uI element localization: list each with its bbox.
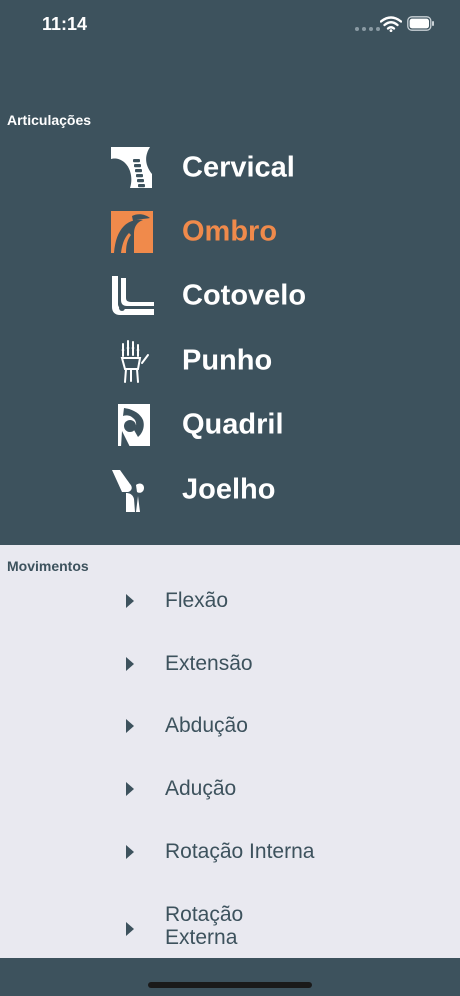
- movement-item-rotacao-interna[interactable]: Rotação Interna: [126, 840, 314, 863]
- disclosure-triangle-icon: [126, 782, 134, 796]
- hip-icon: [118, 404, 150, 447]
- cervical-spine-icon: [111, 147, 152, 188]
- status-time: 11:14: [42, 14, 88, 34]
- joint-item-cervical[interactable]: Cervical: [110, 145, 295, 191]
- disclosure-triangle-icon: [126, 845, 134, 859]
- movement-label: Adução: [165, 777, 237, 800]
- disclosure-triangle-icon: [126, 922, 134, 936]
- movimentos-section-label: Movimentos: [7, 558, 89, 574]
- movement-item-extensao[interactable]: Extensão: [126, 652, 253, 675]
- articulacoes-section-label: Articulações: [7, 112, 92, 128]
- movement-label: Extensão: [165, 652, 253, 675]
- joint-item-joelho[interactable]: Joelho: [110, 467, 275, 513]
- status-bar: 11:14: [0, 0, 460, 50]
- movement-item-flexao[interactable]: Flexão: [126, 589, 228, 612]
- joint-item-cotovelo[interactable]: Cotovelo: [110, 273, 306, 319]
- shoulder-icon: [111, 211, 153, 253]
- movement-label: Rotação Interna: [165, 840, 315, 863]
- joint-label: Cotovelo: [182, 279, 307, 312]
- movement-label-line2: Externa: [165, 926, 238, 949]
- wifi-icon: [380, 16, 402, 32]
- joints-panel: 11:14 Articulações Cervical Ombro Cotove…: [0, 0, 460, 545]
- joint-label: Cervical: [182, 151, 295, 184]
- disclosure-triangle-icon: [126, 657, 134, 671]
- bottom-bar: [0, 958, 460, 996]
- joint-label: Punho: [182, 344, 273, 377]
- movement-item-abducao[interactable]: Abdução: [126, 714, 248, 737]
- movement-item-rotacao-externa[interactable]: Rotação Externa: [126, 903, 243, 949]
- movement-label: Flexão: [165, 589, 229, 612]
- joint-item-quadril[interactable]: Quadril: [110, 402, 284, 448]
- wrist-hand-icon: [120, 340, 149, 383]
- joint-label: Quadril: [182, 408, 284, 441]
- movement-label: Rotação: [165, 903, 244, 926]
- movement-label: Abdução: [165, 714, 248, 737]
- joint-item-punho[interactable]: Punho: [110, 338, 272, 384]
- joint-label: Ombro: [182, 215, 278, 248]
- joint-item-ombro[interactable]: Ombro: [110, 209, 277, 255]
- home-indicator[interactable]: [148, 982, 312, 988]
- cellular-dots-icon: [355, 27, 380, 31]
- app-screen: 11:14 Articulações Cervical Ombro Cotove…: [0, 0, 460, 996]
- knee-icon: [112, 470, 144, 512]
- movement-item-aducao[interactable]: Adução: [126, 777, 236, 800]
- disclosure-triangle-icon: [126, 594, 134, 608]
- movements-panel: Movimentos Flexão Extensão Abdução Aduçã…: [0, 545, 460, 958]
- elbow-icon: [112, 276, 154, 315]
- joint-label: Joelho: [182, 473, 276, 506]
- disclosure-triangle-icon: [126, 719, 134, 733]
- battery-icon: [407, 16, 434, 31]
